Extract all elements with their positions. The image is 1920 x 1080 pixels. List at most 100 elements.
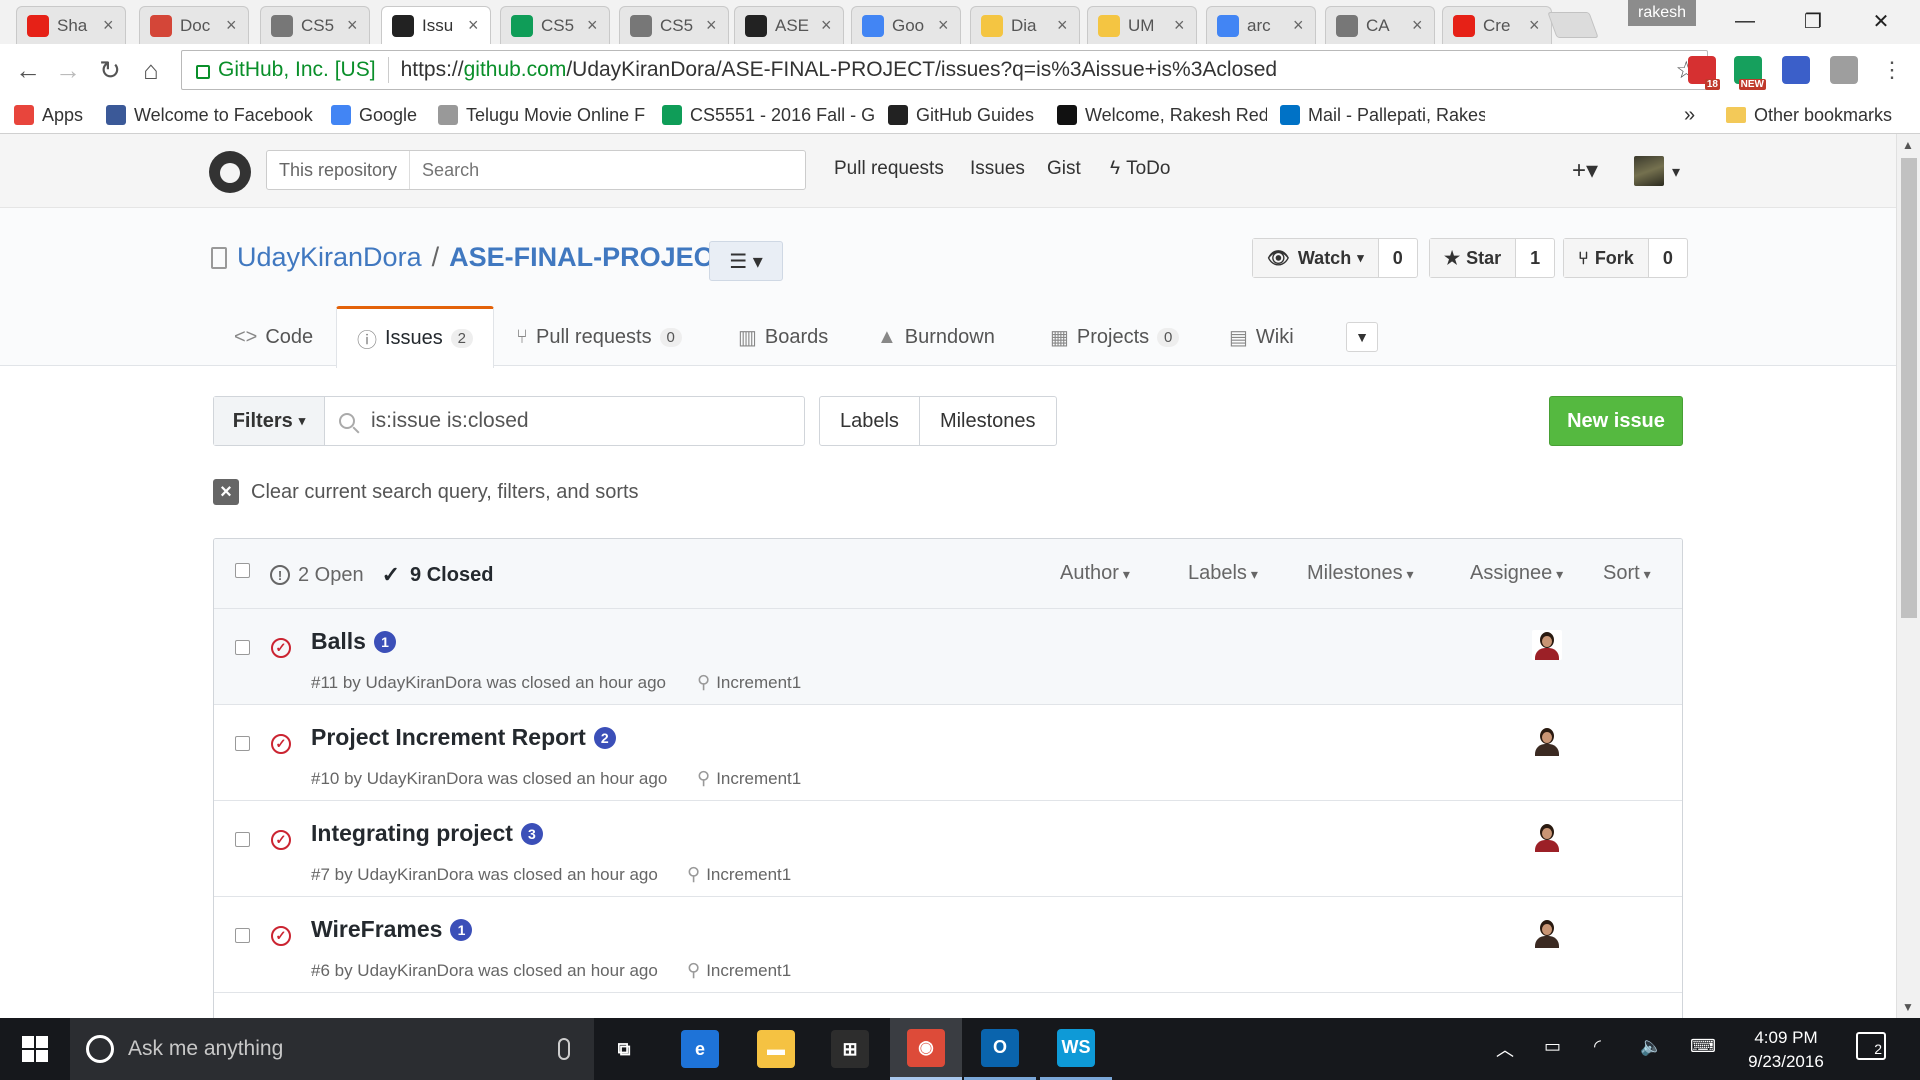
close-tab-icon[interactable]: × <box>706 15 720 36</box>
browser-tab[interactable]: UM × <box>1087 6 1197 44</box>
adblock-icon[interactable]: 18 <box>1688 56 1720 90</box>
browser-tab[interactable]: Cre × <box>1442 6 1552 44</box>
browser-tab[interactable]: Sha × <box>16 6 126 44</box>
bookmark-item[interactable]: Telugu Movie Online F <box>438 102 645 128</box>
issue-milestone-link[interactable]: ⚲ Increment1 <box>687 960 791 981</box>
close-tab-icon[interactable]: × <box>347 15 361 36</box>
fork-count[interactable]: 0 <box>1649 239 1687 277</box>
close-tab-icon[interactable]: × <box>938 15 952 36</box>
browser-tab[interactable]: CS5 × <box>500 6 610 44</box>
task-view-taskbar-button[interactable]: ⧉ <box>588 1018 660 1080</box>
chrome-taskbar-button[interactable]: ◉ <box>890 1018 962 1080</box>
issue-checkbox[interactable] <box>235 640 250 655</box>
bookmark-item[interactable]: Google <box>331 102 417 128</box>
issue-title-link[interactable]: WireFrames 1 <box>311 916 473 943</box>
close-tab-icon[interactable]: × <box>468 15 482 36</box>
issue-title-link[interactable]: Project Increment Report 2 <box>311 724 616 751</box>
action-center-icon[interactable]: 2 <box>1856 1032 1886 1060</box>
filter-menu-milestones[interactable]: Milestones ▾ <box>1307 562 1414 585</box>
volume-icon[interactable]: 🔈 <box>1640 1036 1662 1057</box>
repo-tab-boards[interactable]: ▥ Boards <box>738 308 828 366</box>
restore-button[interactable]: ❐ <box>1784 0 1842 42</box>
browser-tab[interactable]: Issu × <box>381 6 491 44</box>
assignee-avatar[interactable] <box>1532 822 1562 852</box>
issue-title-link[interactable]: Integrating project 3 <box>311 820 543 847</box>
grammarly-icon[interactable]: NEW <box>1734 56 1766 90</box>
back-icon[interactable]: ← <box>12 54 44 86</box>
issue-milestone-link[interactable]: ⚲ Increment1 <box>697 768 801 789</box>
repo-tab-projects[interactable]: ▦ Projects 0 <box>1050 308 1180 366</box>
star-count[interactable]: 1 <box>1516 239 1554 277</box>
browser-tab[interactable]: CS5 × <box>619 6 729 44</box>
labels-button[interactable]: Labels <box>820 397 919 445</box>
star-button[interactable]: ★ Star <box>1430 239 1517 277</box>
watch-count[interactable]: 0 <box>1379 239 1417 277</box>
start-button[interactable] <box>0 1018 70 1080</box>
filter-menu-labels[interactable]: Labels ▾ <box>1188 562 1258 585</box>
select-all-checkbox[interactable] <box>235 563 250 578</box>
translate-icon[interactable] <box>1830 56 1858 84</box>
filter-menu-author[interactable]: Author ▾ <box>1060 562 1130 585</box>
issue-checkbox[interactable] <box>235 736 250 751</box>
scroll-up-icon[interactable]: ▲ <box>1902 138 1914 152</box>
close-tab-icon[interactable]: × <box>1412 15 1426 36</box>
issue-milestone-link[interactable]: ⚲ Increment1 <box>687 864 791 885</box>
reload-icon[interactable]: ↻ <box>94 54 126 86</box>
store-taskbar-button[interactable]: ⊞ <box>814 1018 886 1080</box>
site-identity[interactable]: GitHub, Inc. [US] <box>218 58 376 82</box>
more-tabs-button[interactable]: ▼ <box>1346 322 1378 352</box>
comment-count-badge[interactable]: 2 <box>593 726 616 749</box>
filter-menu-assignee[interactable]: Assignee ▾ <box>1470 562 1563 585</box>
nav-issues[interactable]: Issues <box>970 158 1025 180</box>
scrollbar-thumb[interactable] <box>1901 158 1917 618</box>
file-explorer-taskbar-button[interactable]: ▬ <box>740 1018 812 1080</box>
show-hidden-icons-icon[interactable]: ︿ <box>1496 1036 1514 1062</box>
edge-taskbar-button[interactable]: e <box>664 1018 736 1080</box>
repo-tab-issues[interactable]: ⓘ Issues 2 <box>336 306 494 368</box>
page-scrollbar[interactable]: ▲ ▼ <box>1896 134 1920 1018</box>
repo-tab-burndown[interactable]: ▲ Burndown <box>877 308 995 366</box>
issue-search-input[interactable]: is:issue is:closed <box>325 397 804 445</box>
close-tab-icon[interactable]: × <box>1057 15 1071 36</box>
issue-checkbox[interactable] <box>235 832 250 847</box>
open-issues-link[interactable]: ! 2 Open <box>270 564 364 587</box>
wifi-icon[interactable]: ◜ <box>1594 1036 1601 1057</box>
comment-count-badge[interactable]: 1 <box>450 918 473 941</box>
issue-row[interactable]: ✓ Balls 1 #11 by UdayKiranDora was closed a… <box>214 609 1682 705</box>
outlook-taskbar-button[interactable]: O <box>964 1018 1036 1080</box>
comment-count-badge[interactable]: 3 <box>520 822 543 845</box>
comment-count-badge[interactable]: 1 <box>373 630 396 653</box>
repo-owner-link[interactable]: UdayKiranDora <box>237 242 422 273</box>
browser-tab[interactable]: ASE × <box>734 6 844 44</box>
repo-name-link[interactable]: ASE-FINAL-PROJECT <box>449 242 730 273</box>
assignee-avatar[interactable] <box>1532 630 1562 660</box>
issue-title-link[interactable]: Balls 1 <box>311 628 396 655</box>
close-tab-icon[interactable]: × <box>587 15 601 36</box>
close-tab-icon[interactable]: × <box>1529 15 1543 36</box>
user-avatar[interactable] <box>1634 156 1664 186</box>
bookmark-item[interactable]: Welcome, Rakesh Red <box>1057 102 1267 128</box>
issue-milestone-link[interactable]: ⚲ Increment1 <box>697 672 801 693</box>
minimize-button[interactable]: — <box>1716 0 1774 42</box>
watch-button[interactable]: 👁 Watch ▾ <box>1253 239 1379 277</box>
milestones-button[interactable]: Milestones <box>918 397 1056 445</box>
home-icon[interactable]: ⌂ <box>135 54 167 86</box>
create-new-menu[interactable]: +▾ <box>1572 156 1598 185</box>
forward-icon[interactable]: → <box>52 54 84 86</box>
keyboard-icon[interactable]: ⌨ <box>1690 1036 1716 1057</box>
bookmark-item[interactable]: Welcome to Facebook <box>106 102 313 128</box>
address-bar[interactable]: GitHub, Inc. [US] https://github.com/Uda… <box>181 50 1708 90</box>
close-tab-icon[interactable]: × <box>103 15 117 36</box>
bookmark-item[interactable]: Mail - Pallepati, Rakes <box>1280 102 1485 128</box>
clear-filters-link[interactable]: × Clear current search query, filters, a… <box>213 478 639 506</box>
search-input[interactable] <box>410 159 791 181</box>
profile-button[interactable]: rakesh <box>1628 0 1696 26</box>
browser-tab[interactable]: Doc × <box>139 6 249 44</box>
nav-gist[interactable]: Gist <box>1047 158 1081 180</box>
url-text[interactable]: https://github.com/UdayKiranDora/ASE-FIN… <box>401 58 1278 82</box>
battery-icon[interactable]: ▭ <box>1544 1036 1561 1057</box>
new-tab-button[interactable] <box>1547 12 1599 38</box>
close-tab-icon[interactable]: × <box>226 15 240 36</box>
zotero-icon[interactable] <box>1782 56 1810 84</box>
scroll-down-icon[interactable]: ▼ <box>1902 1000 1914 1014</box>
